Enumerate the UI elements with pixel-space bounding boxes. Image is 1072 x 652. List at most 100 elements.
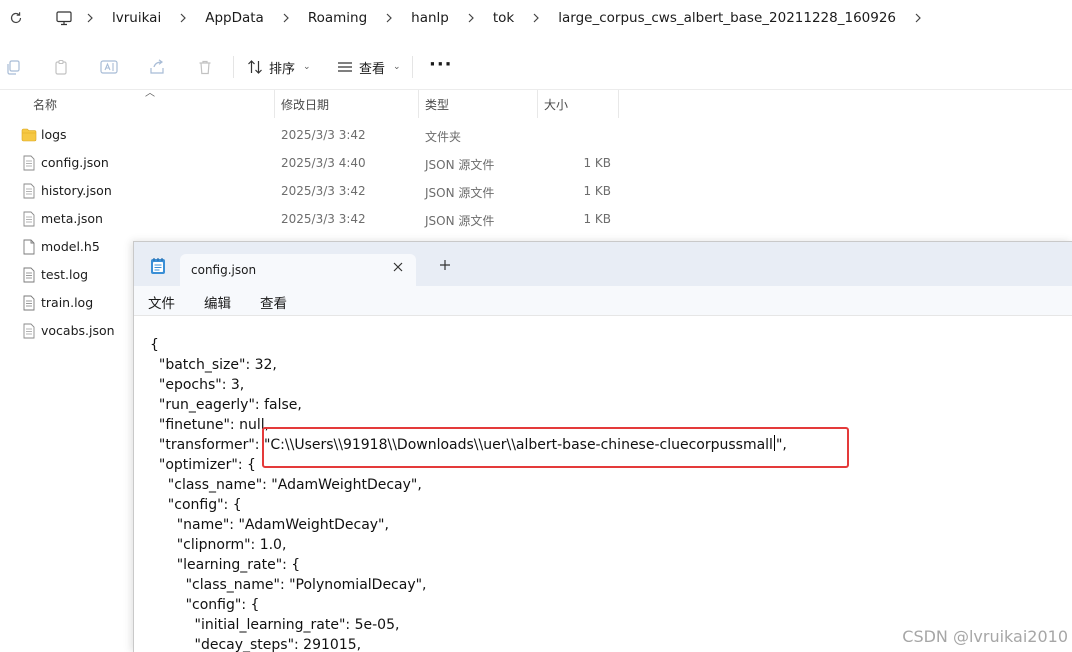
toolbar-separator (0, 89, 1072, 90)
more-options-button[interactable]: ··· (429, 54, 453, 75)
code-line: "config": { (150, 497, 242, 513)
file-name: config.json (41, 155, 109, 170)
file-name: train.log (41, 295, 94, 310)
chevron-right-icon[interactable] (375, 13, 403, 23)
file-name: meta.json (41, 211, 103, 226)
column-header-name[interactable]: 名称 (33, 90, 57, 118)
code-line: "name": "AdamWeightDecay", (150, 517, 389, 533)
file-icon (21, 239, 37, 255)
file-name: history.json (41, 183, 112, 198)
sort-button[interactable]: 排序 ⌄ (247, 54, 311, 80)
file-date: 2025/3/3 4:40 (281, 156, 366, 170)
text-file-icon (21, 267, 37, 283)
copy-button[interactable] (1, 55, 25, 79)
file-type: JSON 源文件 (425, 186, 495, 200)
menu-file[interactable]: 文件 (148, 292, 175, 312)
annotation-highlight-box (262, 427, 849, 468)
address-bar: lvruikai AppData Roaming hanlp tok large… (0, 0, 1072, 36)
trash-icon (199, 60, 211, 75)
rename-icon (100, 60, 118, 74)
delete-button[interactable] (193, 55, 217, 79)
close-icon (393, 262, 403, 272)
rename-button[interactable] (97, 55, 121, 79)
column-divider[interactable] (537, 90, 538, 118)
code-line: "config": { (150, 597, 260, 613)
notepad-window: config.json 文件 编辑 查看 { "batch_size": 32,… (133, 241, 1072, 652)
share-button[interactable] (145, 55, 169, 79)
code-line: "finetune": null, (150, 417, 270, 433)
breadcrumb-item-appdata[interactable]: AppData (197, 10, 272, 26)
new-tab-button[interactable] (437, 257, 453, 273)
file-row[interactable]: config.json 2025/3/3 4:40 JSON 源文件 1 KB (0, 149, 1072, 177)
file-name: model.h5 (41, 239, 100, 254)
text-file-icon (21, 295, 37, 311)
file-name: vocabs.json (41, 323, 115, 338)
code-line: "optimizer": { (150, 457, 256, 473)
close-tab-button[interactable] (390, 259, 406, 275)
transformer-key: "transformer": (150, 437, 264, 453)
chevron-right-icon[interactable] (904, 13, 932, 23)
chevron-right-icon[interactable] (522, 13, 550, 23)
breadcrumb-item-hanlp[interactable]: hanlp (403, 10, 457, 26)
column-divider[interactable] (418, 90, 419, 118)
code-line: { (150, 337, 159, 353)
notepad-text-area[interactable]: { "batch_size": 32, "epochs": 3, "run_ea… (134, 317, 1072, 652)
code-line: "learning_rate": { (150, 557, 301, 573)
watermark: CSDN @lvruikai2010 (902, 627, 1068, 646)
menu-edit[interactable]: 编辑 (204, 292, 231, 312)
breadcrumb-item-current-folder[interactable]: large_corpus_cws_albert_base_20211228_16… (550, 10, 904, 26)
file-row[interactable]: meta.json 2025/3/3 3:42 JSON 源文件 1 KB (0, 205, 1072, 233)
file-name: logs (41, 127, 67, 142)
column-header-modified[interactable]: 修改日期 (281, 90, 329, 118)
column-divider[interactable] (274, 90, 275, 118)
refresh-icon (10, 12, 22, 24)
chevron-right-icon[interactable] (272, 13, 300, 23)
file-type: JSON 源文件 (425, 214, 495, 228)
notepad-menu-bar: 文件 编辑 查看 (134, 286, 1072, 316)
file-size: 1 KB (583, 184, 611, 198)
file-type: 文件夹 (425, 130, 462, 144)
file-date: 2025/3/3 3:42 (281, 212, 366, 226)
monitor-icon (56, 10, 72, 25)
file-row[interactable]: logs 2025/3/3 3:42 文件夹 (0, 121, 1072, 149)
sort-label: 排序 (269, 61, 296, 77)
paste-button[interactable] (49, 55, 73, 79)
breadcrumb-item-roaming[interactable]: Roaming (300, 10, 375, 26)
file-row[interactable]: history.json 2025/3/3 3:42 JSON 源文件 1 KB (0, 177, 1072, 205)
json-file-icon (21, 183, 37, 199)
this-pc-button[interactable] (52, 10, 76, 26)
chevron-down-icon: ⌄ (303, 62, 311, 72)
menu-view[interactable]: 查看 (260, 292, 287, 312)
breadcrumb-item-lvruikai[interactable]: lvruikai (104, 10, 169, 26)
json-file-icon (21, 211, 37, 227)
plus-icon (440, 260, 450, 270)
list-view-icon (338, 62, 352, 72)
column-header-size[interactable]: 大小 (544, 90, 568, 118)
column-divider[interactable] (618, 90, 619, 118)
code-line: "class_name": "PolynomialDecay", (150, 577, 427, 593)
column-header-type[interactable]: 类型 (425, 90, 449, 118)
file-type: JSON 源文件 (425, 158, 495, 172)
share-icon (150, 59, 164, 74)
breadcrumb: lvruikai AppData Roaming hanlp tok large… (52, 0, 932, 36)
refresh-button[interactable] (2, 4, 30, 32)
clipboard-icon (55, 59, 67, 75)
file-name: test.log (41, 267, 89, 282)
code-line: "initial_learning_rate": 5e-05, (150, 617, 400, 633)
json-file-icon (21, 155, 37, 171)
chevron-right-icon[interactable] (169, 13, 197, 23)
file-date: 2025/3/3 3:42 (281, 128, 366, 142)
copy-icon (7, 60, 20, 75)
code-line: "decay_steps": 291015, (150, 637, 362, 652)
tab-config-json[interactable]: config.json (180, 254, 416, 286)
chevron-right-icon[interactable] (76, 13, 104, 23)
code-line: "batch_size": 32, (150, 357, 277, 373)
file-size: 1 KB (583, 156, 611, 170)
code-line: "clipnorm": 1.0, (150, 537, 287, 553)
file-date: 2025/3/3 3:42 (281, 184, 366, 198)
breadcrumb-item-tok[interactable]: tok (485, 10, 522, 26)
json-file-icon (21, 323, 37, 339)
view-button[interactable]: 查看 ⌄ (337, 54, 401, 80)
chevron-right-icon[interactable] (457, 13, 485, 23)
view-label: 查看 (359, 61, 386, 77)
